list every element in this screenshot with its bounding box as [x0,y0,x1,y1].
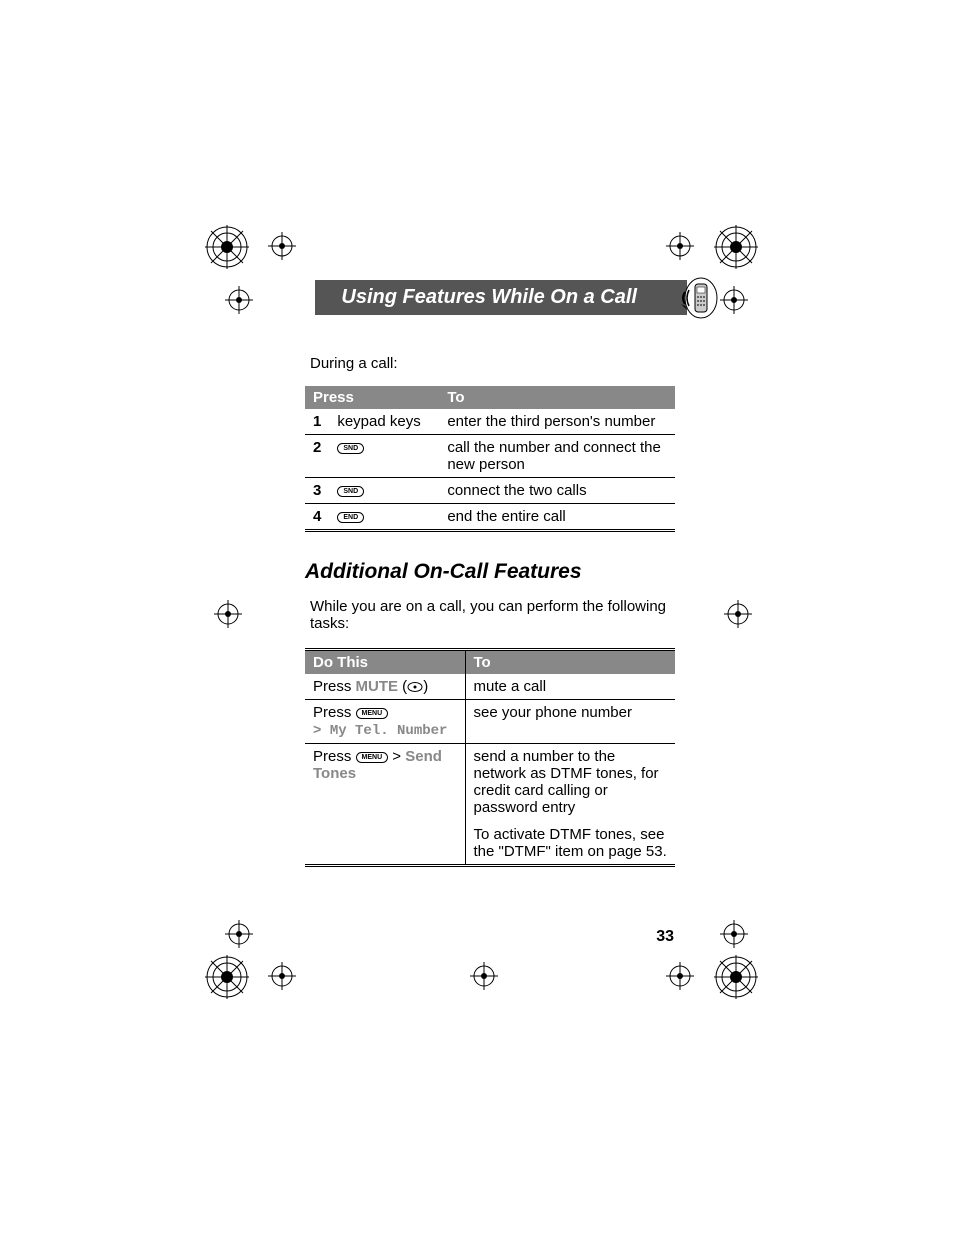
table-row: 2 SND call the number and connect the ne… [305,435,675,478]
regmark [720,286,748,314]
regmark [214,600,242,628]
regmark [225,286,253,314]
press-cell: keypad keys [329,409,439,435]
page-number: 33 [656,928,674,946]
do-cell: Press MENU > Send Tones [305,744,465,866]
press-to-table: Press To 1 keypad keys enter the third p… [305,386,675,532]
menu-key-icon: MENU [356,752,389,763]
to-cell: end the entire call [439,504,675,531]
table-row: 3 SND connect the two calls [305,478,675,504]
to-cell: enter the third person's number [439,409,675,435]
rosette-top-left [205,225,249,269]
regmark [470,962,498,990]
to-cell: connect the two calls [439,478,675,504]
rosette-top-right [714,225,758,269]
page-header: Using Features While On a Call [315,280,687,315]
phone-icon [681,276,721,320]
table-row: Press MENU > Send Tones send a number to… [305,744,675,866]
table-row: Press MUTE () mute a call [305,674,675,700]
step-number: 4 [305,504,329,531]
regmark [268,232,296,260]
step-number: 1 [305,409,329,435]
do-this-to-table: Do This To Press MUTE () mute a call Pre… [305,648,675,867]
do-cell: Press MUTE () [305,674,465,700]
press-cell: END [329,504,439,531]
step-number: 3 [305,478,329,504]
end-key-icon: END [337,512,364,523]
regmark [225,920,253,948]
rosette-bottom-left [205,955,249,999]
table-header-press: Press [305,386,439,409]
menu-path: My Tel. Number [330,723,448,739]
to-cell: call the number and connect the new pers… [439,435,675,478]
table-header-to: To [439,386,675,409]
mute-key-icon [407,682,423,692]
regmark [666,232,694,260]
mute-label: MUTE [356,678,399,695]
to-cell: send a number to the network as DTMF ton… [465,744,675,866]
step-number: 2 [305,435,329,478]
section-heading: Additional On-Call Features [305,560,705,584]
table-row: Press MENU > My Tel. Number see your pho… [305,700,675,744]
page-title: Using Features While On a Call [341,286,637,308]
page-content: Using Features While On a Call During a … [305,280,705,867]
regmark [720,920,748,948]
regmark [724,600,752,628]
do-cell: Press MENU > My Tel. Number [305,700,465,744]
press-cell: SND [329,435,439,478]
snd-key-icon: SND [337,443,364,454]
press-cell: SND [329,478,439,504]
rosette-bottom-right [714,955,758,999]
regmark [666,962,694,990]
to-cell: see your phone number [465,700,675,744]
snd-key-icon: SND [337,486,364,497]
table-row: 1 keypad keys enter the third person's n… [305,409,675,435]
to-cell: mute a call [465,674,675,700]
section-subtext: While you are on a call, you can perform… [310,598,705,632]
table-header-do: Do This [305,650,465,675]
table-header-to: To [465,650,675,675]
table-row: 4 END end the entire call [305,504,675,531]
menu-key-icon: MENU [356,708,389,719]
intro-text: During a call: [310,355,705,372]
regmark [268,962,296,990]
